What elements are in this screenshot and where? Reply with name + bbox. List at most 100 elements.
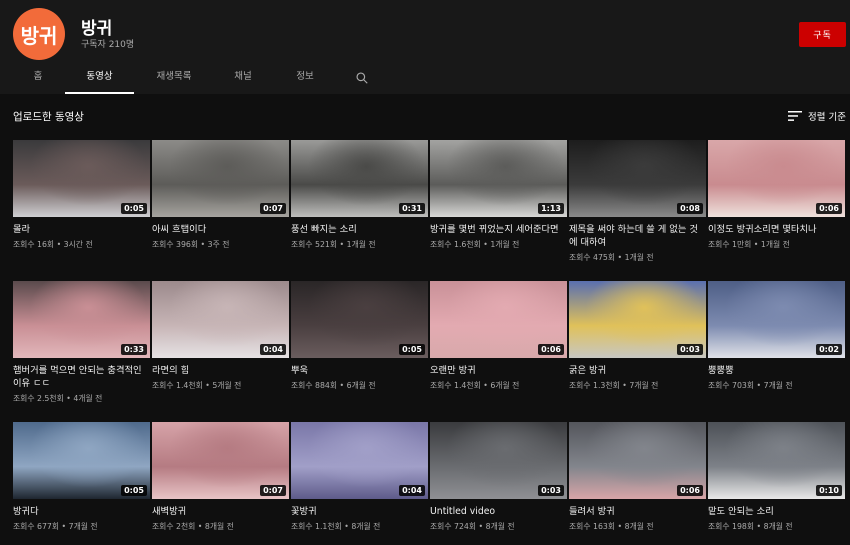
tab-playlists[interactable]: 재생목록: [150, 62, 198, 94]
meta-separator: •: [59, 522, 69, 531]
video-thumbnail[interactable]: 0:31: [291, 140, 428, 217]
video-thumbnail[interactable]: 0:07: [152, 140, 289, 217]
meta-separator: •: [751, 240, 761, 249]
video-card[interactable]: 0:06 들려서 방귀조회수 163회 • 8개월 전: [569, 422, 706, 532]
meta-separator: •: [195, 522, 205, 531]
video-meta: 조회수 2천회 • 8개월 전: [152, 521, 289, 532]
meta-separator: •: [480, 381, 491, 390]
video-thumbnail[interactable]: 1:13: [430, 140, 567, 217]
video-thumbnail[interactable]: 0:03: [569, 281, 706, 358]
video-card[interactable]: 0:05 방귀다 조회수 677회 • 7개월 전: [13, 422, 150, 532]
meta-separator: •: [54, 240, 64, 249]
video-thumbnail[interactable]: 0:10: [708, 422, 845, 499]
video-title[interactable]: 오랜만 방귀: [430, 364, 567, 377]
tab-home[interactable]: 홈: [28, 62, 48, 94]
video-title[interactable]: 햄버거를 먹으면 안되는 충격적인 이유 ㄷㄷ: [13, 364, 150, 390]
meta-separator: •: [754, 522, 764, 531]
video-title[interactable]: 꽃방귀: [291, 505, 428, 518]
video-meta: 조회수 1.3천회 • 7개월 전: [569, 380, 706, 391]
video-age: 8개월 전: [204, 522, 234, 531]
video-thumbnail[interactable]: 0:06: [569, 422, 706, 499]
video-thumbnail[interactable]: 0:07: [152, 422, 289, 499]
video-meta: 조회수 396회 • 3주 전: [152, 239, 289, 250]
video-card[interactable]: 0:05 몰라조회수 16회 • 3시간 전: [13, 140, 150, 250]
video-duration: 0:33: [121, 344, 147, 355]
video-thumbnail[interactable]: 0:02: [708, 281, 845, 358]
video-duration: 0:05: [399, 344, 425, 355]
video-age: 1개월 전: [624, 253, 654, 262]
video-thumbnail[interactable]: 0:06: [430, 281, 567, 358]
video-card[interactable]: 0:02 뿡뿡뿡 조회수 703회 • 7개월 전: [708, 281, 845, 391]
meta-separator: •: [337, 381, 347, 390]
meta-separator: •: [202, 381, 213, 390]
video-card[interactable]: 0:07 새벽방귀조회수 2천회 • 8개월 전: [152, 422, 289, 532]
video-card[interactable]: 0:05 뿌욱조회수 884회 • 6개월 전: [291, 281, 428, 391]
subscribe-button[interactable]: 구독: [799, 22, 846, 47]
video-card[interactable]: 0:06 오랜만 방귀 조회수 1.4천회 • 6개월 전: [430, 281, 567, 391]
video-thumbnail[interactable]: 0:08: [569, 140, 706, 217]
video-meta: 조회수 521회 • 1개월 전: [291, 239, 428, 250]
meta-separator: •: [63, 394, 74, 403]
video-card[interactable]: 0:03 Untitled video 조회수 724회 • 8개월 전: [430, 422, 567, 532]
video-meta: 조회수 1.1천회 • 8개월 전: [291, 521, 428, 532]
video-title[interactable]: 방귀다: [13, 505, 150, 518]
video-age: 4개월 전: [73, 394, 103, 403]
video-title[interactable]: 방귀를 몇번 뀌었는지 세어준다면: [430, 223, 567, 236]
video-title[interactable]: 아씨 흐탭이다: [152, 223, 289, 236]
video-card[interactable]: 0:08 제목을 써야 하는데 쓸 게 없는 것에 대하여 조회수 475회 • 1…: [569, 140, 706, 263]
video-thumbnail[interactable]: 0:04: [291, 422, 428, 499]
search-icon[interactable]: [355, 71, 369, 85]
video-meta: 조회수 884회 • 6개월 전: [291, 380, 428, 391]
video-title[interactable]: 제목을 써야 하는데 쓸 게 없는 것에 대하여: [569, 223, 706, 249]
video-views: 조회수 703회: [708, 381, 755, 390]
video-views: 조회수 1만회: [708, 240, 752, 249]
video-title[interactable]: 이정도 방귀소리면 몇타치나: [708, 223, 845, 236]
tab-about[interactable]: 정보: [290, 62, 320, 94]
video-card[interactable]: 0:06 이정도 방귀소리면 몇타치나조회수 1만회 • 1개월 전: [708, 140, 845, 250]
video-title[interactable]: 들려서 방귀: [569, 505, 706, 518]
video-card[interactable]: 0:04 라면의 힘 조회수 1.4천회 • 5개월 전: [152, 281, 289, 391]
video-title[interactable]: 맡도 안되는 소리: [708, 505, 845, 518]
video-title[interactable]: 새벽방귀: [152, 505, 289, 518]
video-thumbnail[interactable]: 0:03: [430, 422, 567, 499]
video-thumbnail[interactable]: 0:04: [152, 281, 289, 358]
channel-avatar[interactable]: 방귀: [13, 8, 65, 60]
meta-separator: •: [615, 253, 625, 262]
video-card[interactable]: 1:13 방귀를 몇번 뀌었는지 세어준다면 조회수 1.6천회 • 1개월 전: [430, 140, 567, 250]
video-age: 8개월 전: [624, 522, 654, 531]
video-card[interactable]: 0:10 맡도 안되는 소리 조회수 198회 • 8개월 전: [708, 422, 845, 532]
video-card[interactable]: 0:04 꽃방귀조회수 1.1천회 • 8개월 전: [291, 422, 428, 532]
video-thumbnail[interactable]: 0:05: [13, 422, 150, 499]
channel-tabs: 홈 동영상 재생목록 채널 정보: [0, 62, 850, 94]
tab-videos[interactable]: 동영상: [65, 62, 134, 94]
video-card[interactable]: 0:07 아씨 흐탭이다조회수 396회 • 3주 전: [152, 140, 289, 250]
video-title[interactable]: 뿌욱: [291, 364, 428, 377]
video-thumbnail[interactable]: 0:05: [291, 281, 428, 358]
video-age: 3주 전: [207, 240, 230, 249]
sort-button[interactable]: 정렬 기준: [788, 108, 846, 124]
video-thumbnail[interactable]: 0:33: [13, 281, 150, 358]
tab-channels[interactable]: 채널: [228, 62, 258, 94]
video-title[interactable]: Untitled video: [430, 505, 567, 518]
video-duration: 0:02: [816, 344, 842, 355]
meta-separator: •: [615, 522, 625, 531]
video-views: 조회수 163회: [569, 522, 616, 531]
video-meta: 조회수 16회 • 3시간 전: [13, 239, 150, 250]
video-duration: 0:07: [260, 485, 286, 496]
video-card[interactable]: 0:31 풍선 빠지는 소리조회수 521회 • 1개월 전: [291, 140, 428, 250]
video-duration: 0:04: [399, 485, 425, 496]
video-title[interactable]: 굵은 방귀: [569, 364, 706, 377]
video-meta: 조회수 724회 • 8개월 전: [430, 521, 567, 532]
video-thumbnail[interactable]: 0:06: [708, 140, 845, 217]
meta-separator: •: [480, 240, 491, 249]
video-title[interactable]: 몰라: [13, 223, 150, 236]
video-card[interactable]: 0:03 굵은 방귀조회수 1.3천회 • 7개월 전: [569, 281, 706, 391]
meta-separator: •: [754, 381, 764, 390]
video-title[interactable]: 뿡뿡뿡: [708, 364, 845, 377]
video-title[interactable]: 라면의 힘: [152, 364, 289, 377]
video-thumbnail[interactable]: 0:05: [13, 140, 150, 217]
video-card[interactable]: 0:33 햄버거를 먹으면 안되는 충격적인 이유 ㄷㄷ 조회수 2.5천회 • 4…: [13, 281, 150, 404]
subscriber-count: 구독자 210명: [81, 40, 135, 50]
video-meta: 조회수 1만회 • 1개월 전: [708, 239, 845, 250]
video-title[interactable]: 풍선 빠지는 소리: [291, 223, 428, 236]
